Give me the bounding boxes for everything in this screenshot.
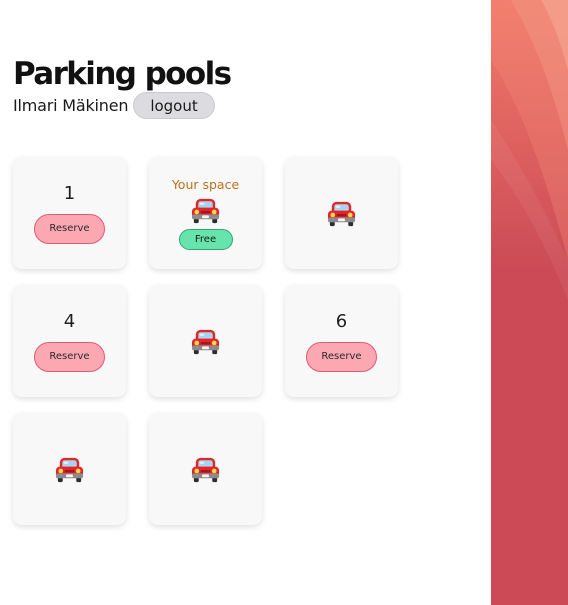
side-decoration-graphic <box>491 0 568 605</box>
car-icon <box>190 195 221 226</box>
space-number: 6 <box>335 310 348 332</box>
space-number: 4 <box>63 310 76 332</box>
reserve-button[interactable]: Reserve <box>34 341 105 372</box>
parking-space-card: 4 Reserve <box>13 285 126 397</box>
side-decoration-panel <box>491 0 568 605</box>
free-button[interactable]: Free <box>178 228 233 250</box>
user-bar: Ilmari Mäkinen logout <box>13 92 215 119</box>
occupied-space-card <box>149 413 262 525</box>
reserve-button[interactable]: Reserve <box>34 213 105 244</box>
parking-space-card: 1 Reserve <box>13 157 126 269</box>
occupied-space-card <box>149 285 262 397</box>
car-icon <box>190 454 221 485</box>
parking-pools-page: Parking pools Ilmari Mäkinen logout 1 Re… <box>0 0 568 605</box>
car-icon <box>326 198 357 229</box>
space-number: 1 <box>63 182 76 204</box>
occupied-space-card <box>285 157 398 269</box>
logout-button[interactable]: logout <box>133 92 215 119</box>
occupied-space-card <box>13 413 126 525</box>
user-name: Ilmari Mäkinen <box>13 96 129 115</box>
car-icon <box>190 326 221 357</box>
car-icon <box>54 454 85 485</box>
your-parking-space-card: Your space Free <box>149 157 262 269</box>
reserve-button[interactable]: Reserve <box>306 341 377 372</box>
page-title: Parking pools <box>13 56 232 92</box>
your-space-label: Your space <box>171 176 240 192</box>
parking-space-card: 6 Reserve <box>285 285 398 397</box>
parking-space-grid: 1 Reserve Your space Free 4 Reserve 6 Re… <box>13 157 398 525</box>
